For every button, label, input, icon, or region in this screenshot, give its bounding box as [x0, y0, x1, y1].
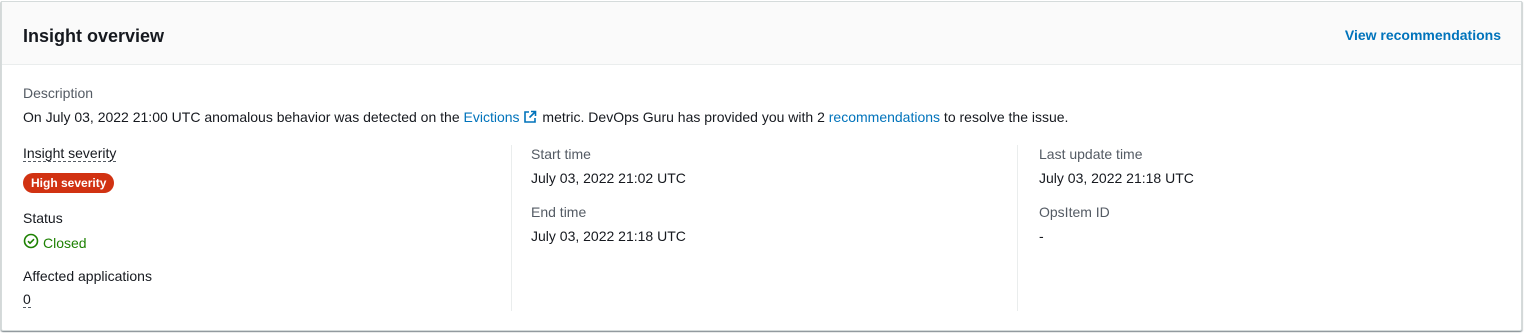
description-text: On July 03, 2022 21:00 UTC anomalous beh… [23, 108, 1068, 128]
opsitem-id-value: - [1039, 228, 1044, 244]
description-label: Description [23, 85, 94, 101]
insight-severity-label[interactable]: Insight severity [23, 145, 117, 162]
evictions-metric-link[interactable]: Evictions [464, 109, 539, 125]
evictions-link-label: Evictions [463, 109, 520, 125]
end-time-value: July 03, 2022 21:18 UTC [531, 228, 686, 244]
end-time-label: End time [531, 204, 587, 220]
affected-applications-value[interactable]: 0 [23, 291, 31, 308]
start-time-label: Start time [531, 146, 591, 162]
status-label: Status [23, 210, 63, 226]
description-text-after: to resolve the issue. [940, 109, 1069, 125]
start-time-value: July 03, 2022 21:02 UTC [531, 170, 686, 186]
details-column-1: Insight severity High severity Status Cl… [23, 145, 511, 311]
status-value: Closed [23, 233, 87, 253]
details-column-3: Last update time July 03, 2022 21:18 UTC… [1017, 145, 1507, 311]
details-column-2: Start time July 03, 2022 21:02 UTC End t… [511, 145, 1017, 311]
description-text-before: On July 03, 2022 21:00 UTC anomalous beh… [23, 109, 464, 125]
description-text-middle: metric. DevOps Guru has provided you wit… [538, 109, 829, 125]
panel-header: Insight overview View recommendations [2, 2, 1521, 65]
affected-applications-label: Affected applications [23, 268, 152, 284]
last-update-time-value: July 03, 2022 21:18 UTC [1039, 170, 1194, 186]
check-circle-icon [23, 233, 43, 253]
recommendations-link[interactable]: recommendations [829, 109, 940, 125]
status-text: Closed [43, 235, 87, 251]
severity-badge: High severity [23, 173, 115, 193]
last-update-time-label: Last update time [1039, 146, 1143, 162]
view-recommendations-link[interactable]: View recommendations [1345, 26, 1501, 44]
opsitem-id-label: OpsItem ID [1039, 204, 1110, 220]
insight-overview-panel: Insight overview View recommendations De… [1, 1, 1522, 331]
external-link-icon [523, 110, 537, 128]
panel-title: Insight overview [23, 26, 165, 46]
